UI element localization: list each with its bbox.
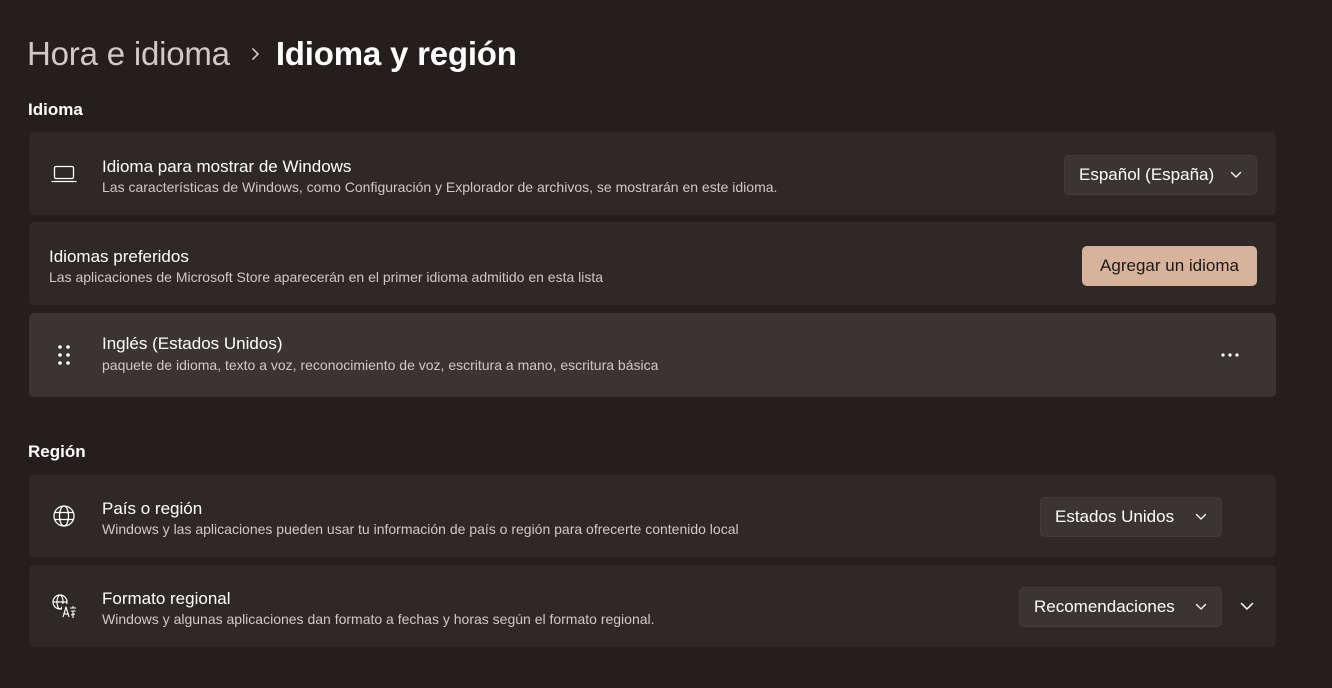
country-region-dropdown[interactable]: Estados Unidos bbox=[1040, 497, 1222, 537]
chevron-right-icon bbox=[250, 47, 260, 61]
regional-format-icon bbox=[51, 593, 77, 619]
add-language-button[interactable]: Agregar un idioma bbox=[1082, 246, 1257, 286]
regional-format-description: Windows y algunas aplicaciones dan forma… bbox=[102, 611, 655, 627]
display-language-description: Las características de Windows, como Con… bbox=[102, 179, 778, 195]
page-title: Idioma y región bbox=[275, 35, 517, 72]
breadcrumb: Hora e idioma Idioma y región bbox=[27, 30, 517, 78]
installed-language-description: paquete de idioma, texto a voz, reconoci… bbox=[102, 357, 659, 373]
breadcrumb-parent-link[interactable]: Hora e idioma bbox=[27, 35, 230, 73]
display-language-title: Idioma para mostrar de Windows bbox=[102, 157, 352, 176]
installed-language-title: Inglés (Estados Unidos) bbox=[102, 334, 283, 353]
country-region-title: País o región bbox=[102, 499, 203, 518]
laptop-icon bbox=[51, 161, 77, 187]
display-language-selected: Español (España) bbox=[1079, 165, 1215, 184]
section-title-language: Idioma bbox=[28, 100, 83, 119]
preferred-languages-title: Idiomas preferidos bbox=[49, 247, 189, 266]
more-options-icon[interactable] bbox=[1213, 338, 1247, 372]
chevron-down-icon bbox=[1195, 603, 1207, 611]
drag-handle-icon[interactable] bbox=[51, 342, 77, 368]
chevron-down-icon bbox=[1230, 171, 1242, 179]
country-region-selected: Estados Unidos bbox=[1055, 507, 1175, 526]
country-region-card: País o región Windows y las aplicaciones… bbox=[29, 475, 1276, 557]
section-title-region: Región bbox=[28, 442, 86, 461]
display-language-dropdown[interactable]: Español (España) bbox=[1064, 155, 1257, 195]
regional-format-dropdown[interactable]: Recomendaciones bbox=[1019, 587, 1222, 627]
installed-language-item[interactable]: Inglés (Estados Unidos) paquete de idiom… bbox=[29, 313, 1276, 397]
globe-icon bbox=[51, 503, 77, 529]
display-language-card: Idioma para mostrar de Windows Las carac… bbox=[29, 132, 1276, 215]
regional-format-card[interactable]: Formato regional Windows y algunas aplic… bbox=[29, 565, 1276, 647]
preferred-languages-description: Las aplicaciones de Microsoft Store apar… bbox=[49, 269, 604, 285]
regional-format-selected: Recomendaciones bbox=[1034, 597, 1175, 616]
regional-format-title: Formato regional bbox=[102, 589, 231, 608]
preferred-languages-card: Idiomas preferidos Las aplicaciones de M… bbox=[29, 222, 1276, 305]
expand-chevron-icon[interactable] bbox=[1232, 591, 1262, 621]
chevron-down-icon bbox=[1195, 513, 1207, 521]
country-region-description: Windows y las aplicaciones pueden usar t… bbox=[102, 521, 739, 537]
